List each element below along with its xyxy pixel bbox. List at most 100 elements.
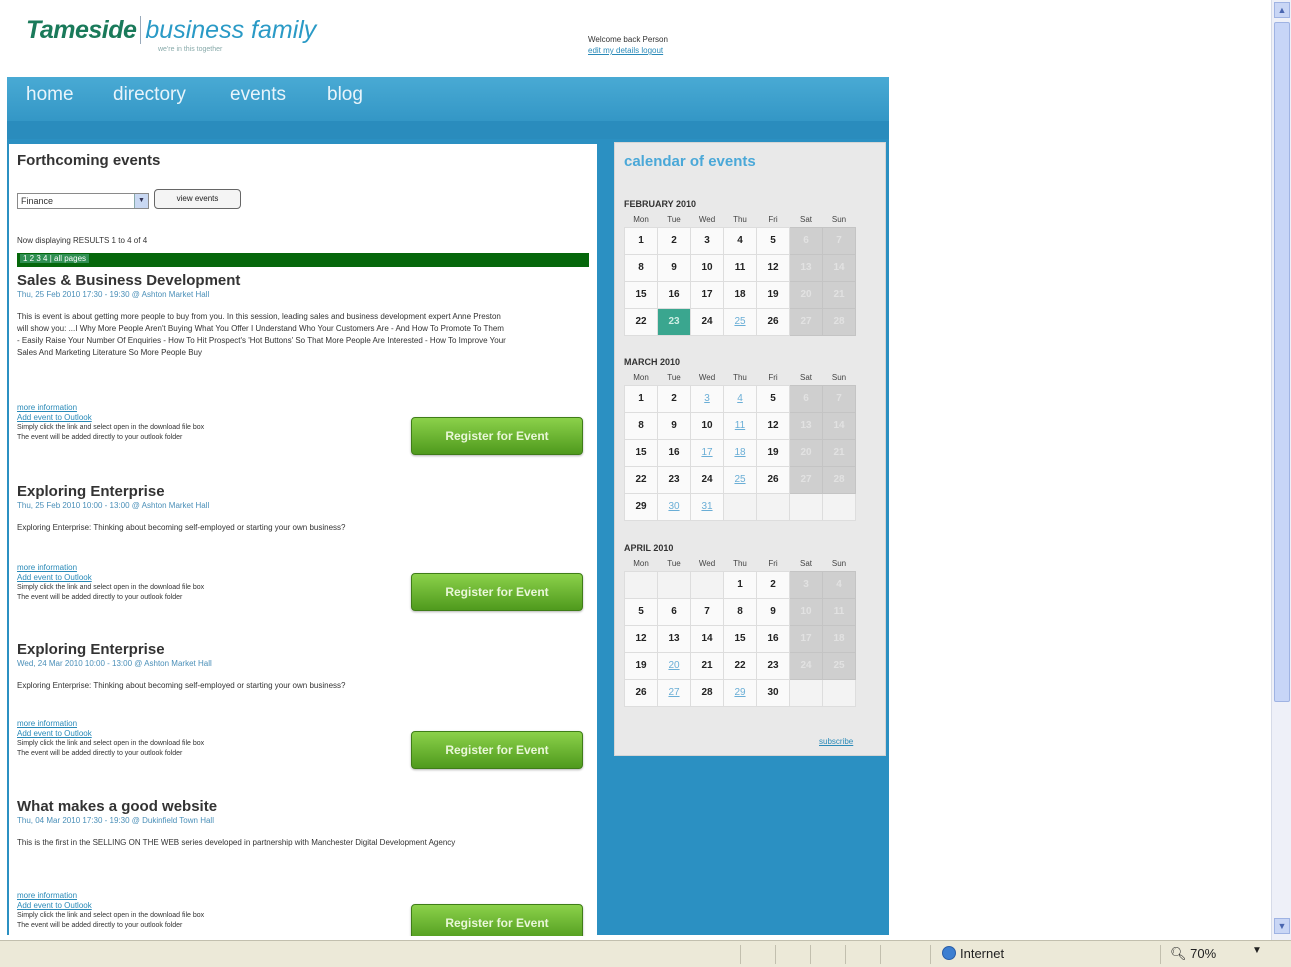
nav-directory[interactable]: directory xyxy=(113,84,186,106)
calendar-empty-cell xyxy=(690,570,724,599)
weekday-header: Sun xyxy=(831,559,847,569)
calendar-empty-cell xyxy=(789,492,823,521)
event-meta: Wed, 24 Mar 2010 10:00 - 13:00 @ Ashton … xyxy=(17,659,212,668)
nav-events[interactable]: events xyxy=(230,84,286,106)
pager-links[interactable]: 1 2 3 4 | all pages xyxy=(20,254,90,263)
weekday-header: Thu xyxy=(733,559,747,569)
site-logo[interactable]: Tameside business family we're in this to… xyxy=(26,16,317,66)
add-to-outlook-link[interactable]: Add event to Outlook xyxy=(17,573,204,583)
event-title[interactable]: What makes a good website xyxy=(17,798,587,815)
calendar-day: 15 xyxy=(723,624,757,653)
results-summary: Now displaying RESULTS 1 to 4 of 4 xyxy=(17,236,148,245)
event-item: Sales & Business Development Thu, 25 Feb… xyxy=(17,272,587,462)
event-item: What makes a good website Thu, 04 Mar 20… xyxy=(17,798,587,936)
calendar-day[interactable]: 18 xyxy=(723,438,757,467)
calendar-day: 18 xyxy=(723,280,757,309)
category-select-value: Finance xyxy=(21,196,54,206)
register-button[interactable]: Register for Event xyxy=(411,904,583,936)
calendar-day: 28 xyxy=(822,307,856,336)
event-meta: Thu, 25 Feb 2010 17:30 - 19:30 @ Ashton … xyxy=(17,290,210,299)
scroll-up-icon[interactable]: ▲ xyxy=(1274,2,1290,18)
calendar-day[interactable]: 23 xyxy=(657,307,691,336)
calendar-title: calendar of events xyxy=(624,153,756,170)
more-information-link[interactable]: more information xyxy=(17,719,204,729)
calendar-empty-cell xyxy=(624,570,658,599)
calendar-day: 13 xyxy=(789,253,823,282)
register-button[interactable]: Register for Event xyxy=(411,731,583,769)
register-button[interactable]: Register for Event xyxy=(411,417,583,455)
calendar-day[interactable]: 25 xyxy=(723,307,757,336)
calendar-empty-cell xyxy=(756,492,790,521)
account-link[interactable]: edit my details logout xyxy=(588,46,663,55)
calendar-day: 27 xyxy=(789,465,823,494)
calendar-day: 3 xyxy=(789,570,823,599)
calendar-day: 15 xyxy=(624,438,658,467)
scrollbar-thumb[interactable] xyxy=(1274,22,1290,702)
logo-tagline: we're in this together xyxy=(158,46,223,53)
calendar-day: 28 xyxy=(690,678,724,707)
add-to-outlook-link[interactable]: Add event to Outlook xyxy=(17,901,204,911)
status-divider xyxy=(845,945,846,964)
calendar-day[interactable]: 11 xyxy=(723,411,757,440)
weekday-header: Wed xyxy=(698,373,716,383)
calendar-day: 7 xyxy=(690,597,724,626)
subscribe-link[interactable]: subscribe xyxy=(819,737,853,746)
calendar-day: 4 xyxy=(723,226,757,255)
browser-status-bar: Internet 🔍︎ 70% ▼ xyxy=(0,940,1291,967)
calendar-month-title: FEBRUARY 2010 xyxy=(624,199,697,209)
scroll-down-icon[interactable]: ▼ xyxy=(1274,918,1290,934)
calendar-day: 1 xyxy=(624,384,658,413)
calendar-day: 8 xyxy=(624,253,658,282)
logo-brand-light: business family xyxy=(140,16,317,44)
calendar-day[interactable]: 17 xyxy=(690,438,724,467)
calendar-day[interactable]: 3 xyxy=(690,384,724,413)
calendar-day[interactable]: 4 xyxy=(723,384,757,413)
event-title[interactable]: Sales & Business Development xyxy=(17,272,587,289)
calendar-day: 15 xyxy=(624,280,658,309)
more-information-link[interactable]: more information xyxy=(17,563,204,573)
calendar-day: 13 xyxy=(657,624,691,653)
calendar-day: 9 xyxy=(756,597,790,626)
calendar-day[interactable]: 30 xyxy=(657,492,691,521)
outlook-hint: The event will be added directly to your… xyxy=(17,922,183,929)
calendar-day: 21 xyxy=(690,651,724,680)
outlook-hint: Simply click the link and select open in… xyxy=(17,424,205,431)
calendar-day[interactable]: 31 xyxy=(690,492,724,521)
calendar-day: 9 xyxy=(657,253,691,282)
weekday-header: Sat xyxy=(799,559,812,569)
calendar-day: 3 xyxy=(690,226,724,255)
more-information-link[interactable]: more information xyxy=(17,891,204,901)
calendar-day: 16 xyxy=(756,624,790,653)
outlook-hint: The event will be added directly to your… xyxy=(17,434,183,441)
more-information-link[interactable]: more information xyxy=(17,403,204,413)
calendar-day[interactable]: 25 xyxy=(723,465,757,494)
category-select[interactable]: Finance ▼ xyxy=(17,193,149,209)
calendar-day: 21 xyxy=(822,438,856,467)
calendar-day: 7 xyxy=(822,226,856,255)
calendar-empty-cell xyxy=(822,678,856,707)
add-to-outlook-link[interactable]: Add event to Outlook xyxy=(17,413,204,423)
event-meta: Thu, 25 Feb 2010 10:00 - 13:00 @ Ashton … xyxy=(17,501,210,510)
vertical-scrollbar[interactable]: ▲ ▼ xyxy=(1271,0,1291,940)
zoom-dropdown-icon[interactable]: ▼ xyxy=(1252,945,1262,956)
event-title[interactable]: Exploring Enterprise xyxy=(17,641,587,658)
view-events-button[interactable]: view events xyxy=(154,189,241,209)
event-title[interactable]: Exploring Enterprise xyxy=(17,483,587,500)
calendar-day[interactable]: 20 xyxy=(657,651,691,680)
calendar-day: 6 xyxy=(789,384,823,413)
nav-blog[interactable]: blog xyxy=(327,84,363,106)
event-description: This is the first in the SELLING ON THE … xyxy=(17,838,456,847)
add-to-outlook-link[interactable]: Add event to Outlook xyxy=(17,729,204,739)
zoom-control[interactable]: 🔍︎ 70% xyxy=(1170,946,1216,962)
nav-home[interactable]: home xyxy=(26,84,74,106)
calendar-day: 24 xyxy=(690,307,724,336)
calendar-day: 17 xyxy=(789,624,823,653)
calendar-day[interactable]: 27 xyxy=(657,678,691,707)
weekday-header: Tue xyxy=(667,215,681,225)
event-item: Exploring Enterprise Wed, 24 Mar 2010 10… xyxy=(17,641,587,781)
weekday-header: Mon xyxy=(633,559,649,569)
register-button[interactable]: Register for Event xyxy=(411,573,583,611)
chevron-down-icon[interactable]: ▼ xyxy=(134,194,148,208)
calendar-day[interactable]: 29 xyxy=(723,678,757,707)
calendar-day: 14 xyxy=(690,624,724,653)
